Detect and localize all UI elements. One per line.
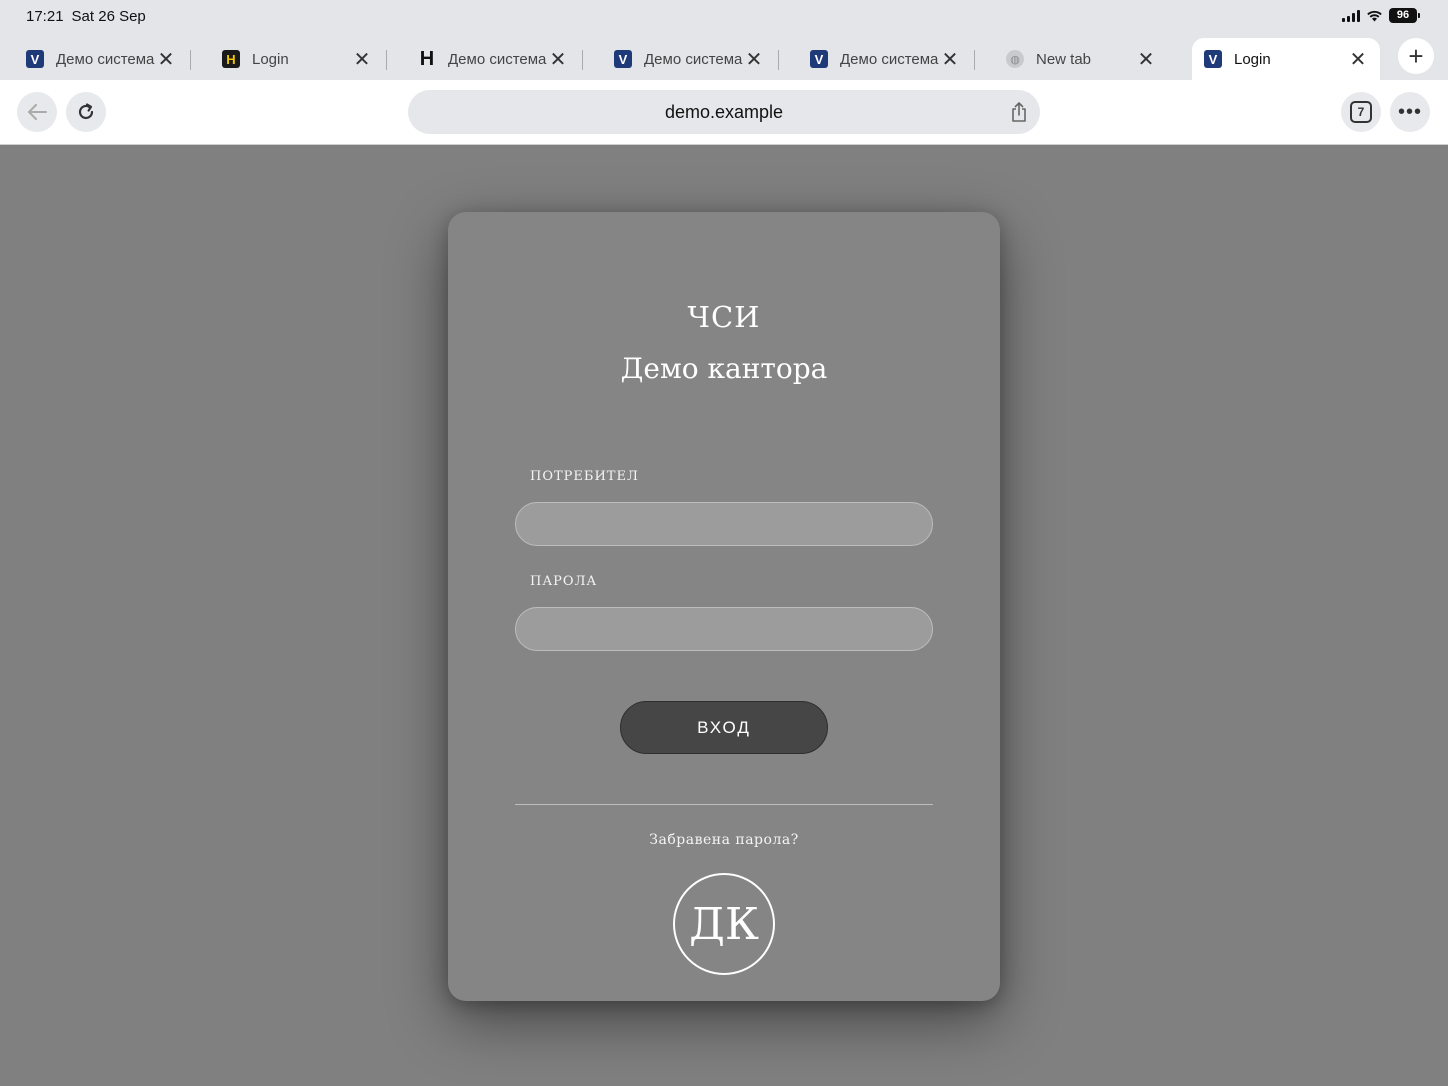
v-logo-icon: V xyxy=(26,50,44,68)
brand-subtitle: Демо кантора xyxy=(620,352,828,385)
browser-tab[interactable]: ◍ New tab ✕ xyxy=(980,38,1168,80)
tab-separator xyxy=(386,50,387,70)
tab-switcher-button[interactable]: 7 xyxy=(1341,92,1381,132)
tab-title: Login xyxy=(252,50,289,68)
status-date: Sat 26 Sep xyxy=(71,8,146,25)
tab-separator xyxy=(582,50,583,70)
divider xyxy=(515,804,933,805)
h-logo-icon: H xyxy=(222,50,240,68)
wifi-icon xyxy=(1367,10,1382,22)
more-menu-button[interactable]: ••• xyxy=(1390,92,1430,132)
tab-title: Login xyxy=(1234,50,1271,68)
globe-icon: ◍ xyxy=(1006,50,1024,68)
browser-tab[interactable]: H Login ✕ xyxy=(196,38,387,80)
tab-separator xyxy=(778,50,779,70)
tab-separator xyxy=(190,50,191,70)
browser-tab[interactable]: H Демо система ✕ xyxy=(392,38,583,80)
browser-toolbar: demo.example 7 ••• xyxy=(0,80,1448,145)
password-label: ПАРОЛА xyxy=(530,574,598,589)
arrow-left-icon xyxy=(28,104,47,120)
battery-level: 96 xyxy=(1389,8,1417,23)
close-tab-icon[interactable]: ✕ xyxy=(156,47,176,72)
tab-count: 7 xyxy=(1350,101,1372,123)
tab-title: Демо система xyxy=(56,50,155,68)
close-tab-icon[interactable]: ✕ xyxy=(1136,47,1156,72)
tab-title: New tab xyxy=(1036,50,1092,68)
close-tab-icon[interactable]: ✕ xyxy=(548,47,568,72)
login-button[interactable]: ВХОД xyxy=(620,701,828,754)
address-bar[interactable]: demo.example xyxy=(408,90,1040,134)
battery-icon: 96 xyxy=(1389,8,1420,23)
tab-title: Демо система xyxy=(448,50,547,68)
back-button[interactable] xyxy=(17,92,57,132)
plus-icon: + xyxy=(1408,41,1424,71)
browser-tab[interactable]: V Демо система ✕ xyxy=(588,38,779,80)
close-tab-icon[interactable]: ✕ xyxy=(940,47,960,72)
username-input[interactable] xyxy=(515,502,933,546)
v-logo-icon: V xyxy=(614,50,632,68)
system-indicators: 96 xyxy=(1342,8,1420,23)
reload-icon xyxy=(78,103,94,120)
share-icon[interactable] xyxy=(1010,101,1028,123)
status-time: 17:21 xyxy=(26,8,64,25)
status-time-date: 17:21 Sat 26 Sep xyxy=(26,8,146,25)
tab-strip: V Демо система ✕ H Login ✕ H Демо систем… xyxy=(0,34,1448,80)
tab-separator xyxy=(974,50,975,70)
status-bar: 17:21 Sat 26 Sep 96 xyxy=(0,0,1448,34)
url-text: demo.example xyxy=(664,101,784,122)
browser-tab-active[interactable]: V Login ✕ xyxy=(1192,38,1380,80)
close-tab-icon[interactable]: ✕ xyxy=(352,47,372,72)
h-bold-logo-icon: H xyxy=(419,47,435,70)
reload-button[interactable] xyxy=(66,92,106,132)
v-logo-icon: V xyxy=(810,50,828,68)
close-tab-icon[interactable]: ✕ xyxy=(1348,47,1368,72)
browser-tab[interactable]: V Демо система ✕ xyxy=(0,38,191,80)
cellular-signal-icon xyxy=(1342,9,1360,22)
browser-tab[interactable]: V Демо система ✕ xyxy=(784,38,975,80)
tab-title: Демо система xyxy=(840,50,939,68)
ellipsis-icon: ••• xyxy=(1397,100,1422,123)
tab-title: Демо система xyxy=(644,50,743,68)
login-card: ЧСИ Демо кантора ПОТРЕБИТЕЛ ПАРОЛА ВХОД … xyxy=(448,212,1000,1001)
forgot-password-link[interactable]: Забравена парола? xyxy=(448,832,1000,848)
close-tab-icon[interactable]: ✕ xyxy=(744,47,764,72)
brand-title: ЧСИ xyxy=(687,300,761,334)
new-tab-button[interactable]: + xyxy=(1398,38,1434,74)
password-input[interactable] xyxy=(515,607,933,651)
v-logo-icon: V xyxy=(1204,50,1222,68)
company-logo: ДК xyxy=(673,873,775,975)
username-label: ПОТРЕБИТЕЛ xyxy=(530,469,639,484)
